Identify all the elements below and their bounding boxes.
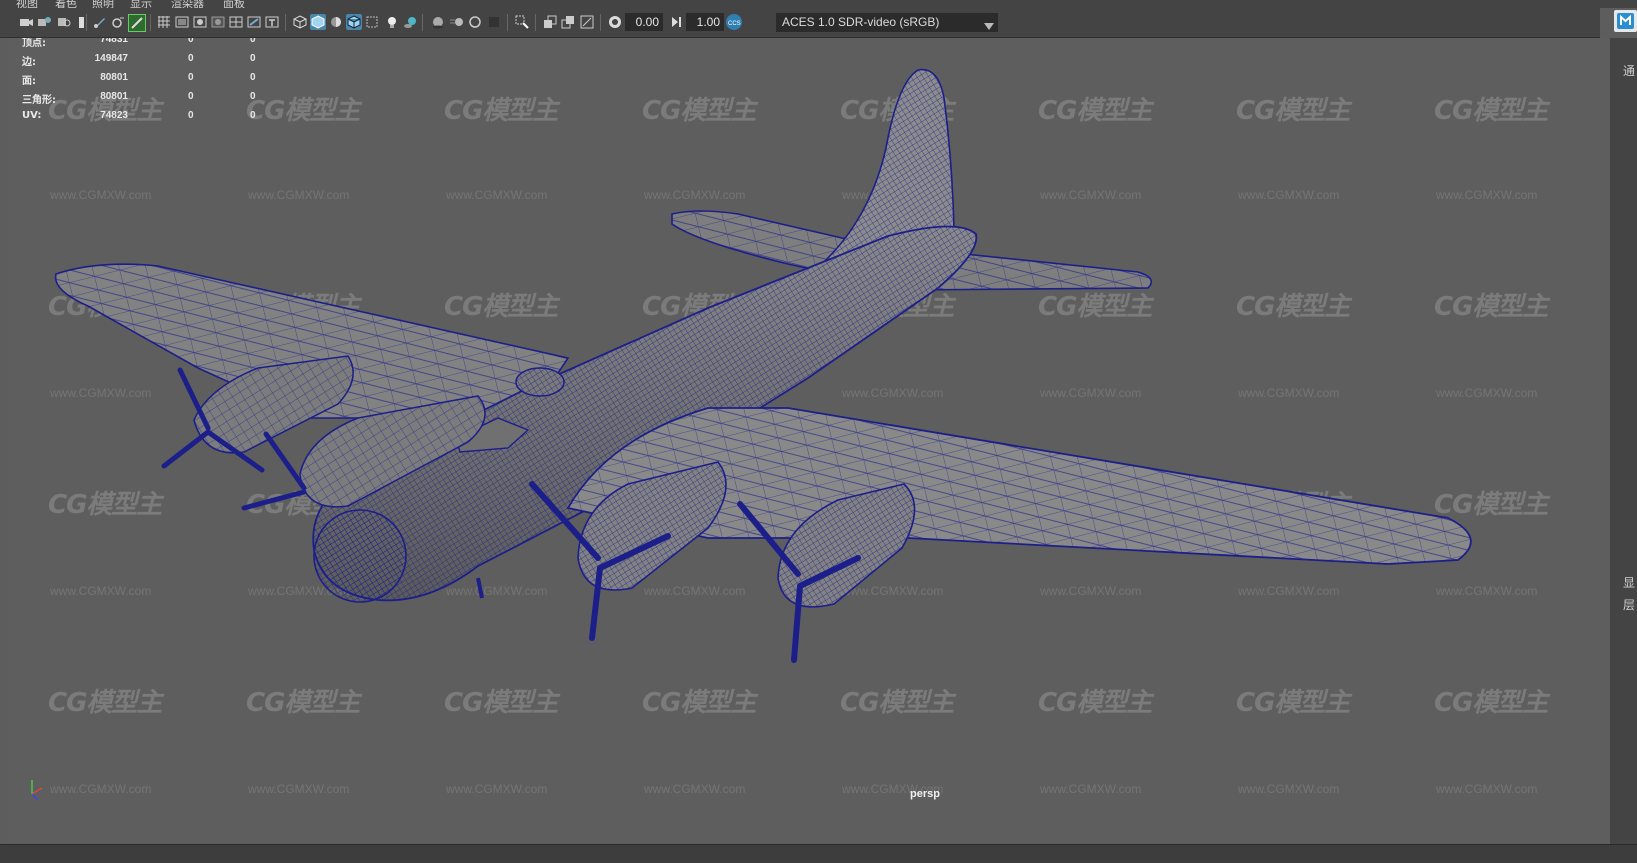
camera-attributes-icon[interactable] <box>36 14 52 30</box>
chevron-down-icon <box>984 18 994 37</box>
hud-value: 80801 <box>100 91 128 102</box>
hud-selected-value: 0 <box>188 53 194 64</box>
svg-text:CCS: CCS <box>728 21 741 27</box>
shadows-icon[interactable] <box>402 14 418 30</box>
hud-value: 149847 <box>94 53 128 64</box>
right-side-panel: 通 显 层 <box>1610 38 1637 844</box>
menu-lighting[interactable]: 照明 <box>92 0 114 8</box>
hud-label: 边: <box>22 57 36 68</box>
landing-gear <box>476 577 484 599</box>
hud-label: 三角形: <box>22 95 56 106</box>
hud-triangle-value: 0 <box>250 91 256 102</box>
grid-icon[interactable] <box>156 14 172 30</box>
bookmark-icon[interactable] <box>55 14 71 30</box>
camera-select-icon[interactable] <box>18 14 34 30</box>
film-gate-icon[interactable] <box>174 14 190 30</box>
menu-renderer[interactable]: 渲染器 <box>171 0 204 8</box>
lights-icon[interactable] <box>384 14 400 30</box>
isolate-select-icon[interactable] <box>514 14 530 30</box>
status-bar <box>0 844 1637 863</box>
hud-label: 面: <box>22 76 36 87</box>
xray-icon[interactable] <box>364 14 380 30</box>
view-transform-value: ACES 1.0 SDR-video (sRGB) <box>782 15 940 29</box>
layer-tab-label[interactable]: 层 <box>1623 596 1635 613</box>
xray-active-icon[interactable] <box>560 14 576 30</box>
hud-selected-value: 0 <box>188 72 194 83</box>
menu-panels[interactable]: 面板 <box>223 0 245 8</box>
2d-pan-zoom-icon[interactable] <box>128 14 146 32</box>
display-tab-label[interactable]: 显 <box>1623 574 1635 591</box>
default-material-icon[interactable] <box>328 14 344 30</box>
hud-selected-value: 0 <box>188 38 194 45</box>
motion-blur-icon[interactable] <box>449 14 465 30</box>
gamma-field[interactable]: 1.00 <box>686 13 724 31</box>
hud-label: 顶点: <box>22 38 46 49</box>
safe-action-icon[interactable] <box>246 14 262 30</box>
field-chart-icon[interactable] <box>228 14 244 30</box>
axis-gizmo-icon <box>31 780 43 801</box>
hud-value: 74831 <box>100 38 128 45</box>
smooth-shade-icon[interactable] <box>310 14 326 30</box>
menu-show[interactable]: 显示 <box>130 0 152 8</box>
camera-name-label: persp <box>910 788 940 800</box>
exposure-field[interactable]: 0.00 <box>625 13 663 31</box>
channel-box-tab-label[interactable]: 通 <box>1623 62 1635 79</box>
hud-triangle-value: 0 <box>250 53 256 64</box>
gamma-icon[interactable] <box>668 14 684 30</box>
anti-aliasing-icon[interactable] <box>467 14 483 30</box>
resolution-gate-icon[interactable] <box>192 14 208 30</box>
exposure-icon[interactable] <box>607 14 623 30</box>
hud-value: 80801 <box>100 72 128 83</box>
color-management-icon[interactable]: CCS <box>726 14 742 30</box>
safe-title-icon[interactable] <box>264 14 280 30</box>
grease-pencil-icon[interactable] <box>92 14 108 30</box>
wireframe-on-shaded-icon[interactable] <box>346 14 362 30</box>
menu-shading[interactable]: 着色 <box>55 0 77 8</box>
hud-value: 74823 <box>100 110 128 121</box>
snap-camera-icon[interactable] <box>110 14 126 30</box>
hud-triangle-value: 0 <box>250 110 256 121</box>
viewport-menu-bar: 视图 着色 照明 显示 渲染器 面板 <box>0 0 1637 8</box>
hud-selected-value: 0 <box>188 110 194 121</box>
wireframe-cube-icon[interactable] <box>292 14 308 30</box>
menu-view[interactable]: 视图 <box>16 0 38 8</box>
image-plane-icon[interactable] <box>74 14 90 30</box>
view-transform-dropdown[interactable]: ACES 1.0 SDR-video (sRGB) <box>776 13 998 32</box>
backface-culling-icon[interactable] <box>579 14 595 30</box>
screen-space-ao-icon[interactable] <box>430 14 446 30</box>
hud-selected-value: 0 <box>188 91 194 102</box>
hud-label: UV: <box>22 110 42 121</box>
aircraft-wireframe-model[interactable] <box>8 38 1610 844</box>
gate-mask-icon[interactable] <box>210 14 226 30</box>
maya-logo-icon[interactable] <box>1614 10 1637 32</box>
xray-joints-icon[interactable] <box>542 14 558 30</box>
hud-triangle-value: 0 <box>250 38 256 45</box>
panel-toolbar: 0.00 1.00 CCS ACES 1.0 SDR-video (sRGB) <box>0 8 1600 38</box>
perspective-viewport[interactable]: CG模型主 CG模型主 CG模型主 CG模型主 CG模型主 CG模型主 CG模型主 CG模型主… <box>8 38 1610 844</box>
hud-triangle-value: 0 <box>250 72 256 83</box>
depth-of-field-icon[interactable] <box>486 14 502 30</box>
